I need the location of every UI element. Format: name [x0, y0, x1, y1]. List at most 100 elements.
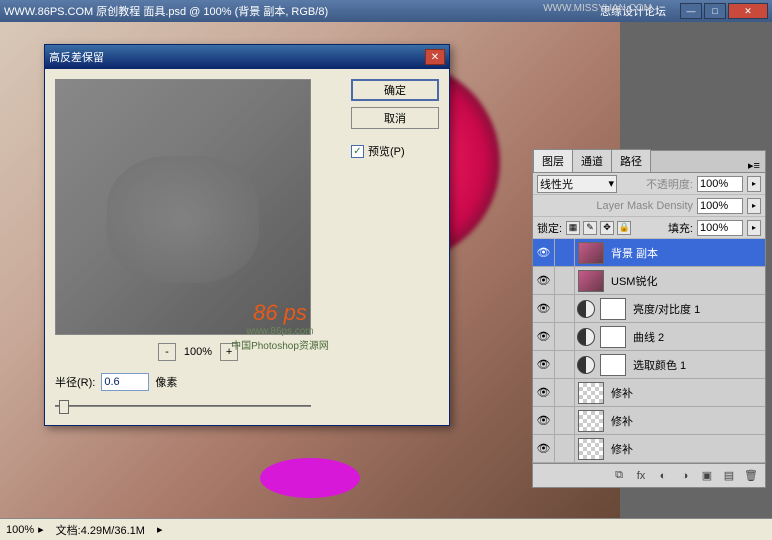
opacity-label: 不透明度: [646, 176, 693, 192]
visibility-eye-icon[interactable]: 👁 [533, 379, 555, 406]
visibility-eye-icon[interactable]: 👁 [533, 407, 555, 434]
radius-slider[interactable] [55, 397, 311, 415]
layer-name-label[interactable]: 曲线 2 [629, 329, 765, 345]
lock-label: 锁定: [537, 220, 562, 236]
layer-mask-thumb[interactable] [600, 326, 626, 348]
lock-all-icon[interactable]: 🔒 [617, 221, 631, 235]
radius-input[interactable] [101, 373, 149, 391]
layer-link-cell[interactable] [555, 295, 575, 322]
high-pass-dialog: 高反差保留 ✕ - 100% + 半径(R): 像素 确定 取消 [44, 44, 450, 426]
layer-row[interactable]: 👁 修补 [533, 407, 765, 435]
status-bar: 100% ▸ 文档:4.29M/36.1M ▸ [0, 518, 772, 540]
window-minimize-button[interactable]: — [680, 3, 702, 19]
layer-name-label[interactable]: 背景 副本 [607, 245, 765, 261]
blend-mode-select[interactable]: 线性光▾ [537, 175, 617, 193]
mask-density-label: Layer Mask Density [596, 200, 693, 212]
layer-thumb[interactable] [578, 382, 604, 404]
link-layers-icon[interactable]: ⧉ [611, 468, 627, 484]
layer-thumb[interactable] [578, 410, 604, 432]
layers-list: 👁背景 副本👁USM锐化👁亮度/对比度 1👁曲线 2👁选取颜色 1👁修补👁修补👁… [533, 239, 765, 463]
layer-thumb[interactable] [578, 438, 604, 460]
dialog-close-button[interactable]: ✕ [425, 49, 445, 65]
visibility-eye-icon[interactable]: 👁 [533, 295, 555, 322]
chevron-right-icon[interactable]: ▸ [157, 523, 163, 536]
new-layer-icon[interactable]: ▤ [721, 468, 737, 484]
layer-link-cell[interactable] [555, 351, 575, 378]
layer-thumb[interactable] [578, 270, 604, 292]
layer-row[interactable]: 👁 曲线 2 [533, 323, 765, 351]
visibility-eye-icon[interactable]: 👁 [533, 267, 555, 294]
preview-checkbox-label: 预览(P) [368, 143, 405, 159]
window-close-button[interactable]: ✕ [728, 3, 768, 19]
layer-row[interactable]: 👁 亮度/对比度 1 [533, 295, 765, 323]
layer-row[interactable]: 👁 背景 副本 [533, 239, 765, 267]
zoom-in-button[interactable]: + [220, 343, 238, 361]
status-zoom[interactable]: 100% [6, 524, 34, 536]
layer-style-icon[interactable]: fx [633, 468, 649, 484]
lock-transparency-icon[interactable]: ▦ [566, 221, 580, 235]
lock-position-icon[interactable]: ✥ [600, 221, 614, 235]
fill-label: 填充: [668, 220, 693, 236]
adjustment-icon [577, 300, 595, 318]
opacity-flyout-icon[interactable]: ▸ [747, 176, 761, 192]
cancel-button[interactable]: 取消 [351, 107, 439, 129]
status-doc-info: 文档:4.29M/36.1M [56, 522, 145, 538]
layer-link-cell[interactable] [555, 239, 575, 266]
layers-panel: 图层 通道 路径 ▸≡ 线性光▾ 不透明度: 100% ▸ Layer Mask… [532, 150, 766, 488]
chevron-down-icon: ▾ [608, 177, 614, 190]
layer-link-cell[interactable] [555, 323, 575, 350]
radius-unit: 像素 [155, 374, 177, 390]
layer-link-cell[interactable] [555, 435, 575, 462]
layer-mask-icon[interactable]: ◐ [655, 468, 671, 484]
adjustment-layer-icon[interactable]: ◑ [677, 468, 693, 484]
watermark-url-top: WWW.MISSYUAN.COM [543, 3, 652, 14]
dialog-titlebar[interactable]: 高反差保留 ✕ [45, 45, 449, 69]
zoom-out-button[interactable]: - [158, 343, 176, 361]
adjustment-icon [577, 356, 595, 374]
layer-link-cell[interactable] [555, 379, 575, 406]
mask-density-input[interactable]: 100% [697, 198, 743, 214]
app-titlebar: WWW.86PS.COM 原创教程 面具.psd @ 100% (背景 副本, … [0, 0, 772, 22]
adjustment-icon [577, 328, 595, 346]
delete-layer-icon[interactable]: 🗑 [743, 468, 759, 484]
visibility-eye-icon[interactable]: 👁 [533, 435, 555, 462]
visibility-eye-icon[interactable]: 👁 [533, 351, 555, 378]
mask-density-flyout-icon[interactable]: ▸ [747, 198, 761, 214]
layer-link-cell[interactable] [555, 267, 575, 294]
layer-name-label[interactable]: USM锐化 [607, 273, 765, 289]
visibility-eye-icon[interactable]: 👁 [533, 323, 555, 350]
opacity-input[interactable]: 100% [697, 176, 743, 192]
fill-input[interactable]: 100% [697, 220, 743, 236]
layer-name-label[interactable]: 修补 [607, 413, 765, 429]
layer-name-label[interactable]: 选取颜色 1 [629, 357, 765, 373]
layer-name-label[interactable]: 亮度/对比度 1 [629, 301, 765, 317]
layer-thumb[interactable] [578, 242, 604, 264]
tab-paths[interactable]: 路径 [611, 149, 651, 172]
panel-menu-icon[interactable]: ▸≡ [747, 158, 761, 172]
dialog-title-text: 高反差保留 [49, 49, 104, 65]
window-maximize-button[interactable]: □ [704, 3, 726, 19]
layer-row[interactable]: 👁 修补 [533, 435, 765, 463]
fill-flyout-icon[interactable]: ▸ [747, 220, 761, 236]
layer-link-cell[interactable] [555, 407, 575, 434]
layer-row[interactable]: 👁 选取颜色 1 [533, 351, 765, 379]
chevron-right-icon[interactable]: ▸ [38, 523, 44, 536]
layer-name-label[interactable]: 修补 [607, 385, 765, 401]
tab-layers[interactable]: 图层 [533, 149, 573, 172]
filter-preview-image[interactable] [55, 79, 311, 335]
layer-row[interactable]: 👁 修补 [533, 379, 765, 407]
ok-button[interactable]: 确定 [351, 79, 439, 101]
document-title: WWW.86PS.COM 原创教程 面具.psd @ 100% (背景 副本, … [4, 3, 328, 19]
layer-row[interactable]: 👁 USM锐化 [533, 267, 765, 295]
tab-channels[interactable]: 通道 [572, 149, 612, 172]
layer-name-label[interactable]: 修补 [607, 441, 765, 457]
visibility-eye-icon[interactable]: 👁 [533, 239, 555, 266]
zoom-level: 100% [184, 346, 212, 358]
slider-thumb[interactable] [59, 400, 69, 414]
layer-mask-thumb[interactable] [600, 298, 626, 320]
lock-pixels-icon[interactable]: ✎ [583, 221, 597, 235]
radius-label: 半径(R): [55, 374, 95, 390]
preview-checkbox[interactable]: ✓ [351, 145, 364, 158]
layer-mask-thumb[interactable] [600, 354, 626, 376]
layer-group-icon[interactable]: ▣ [699, 468, 715, 484]
